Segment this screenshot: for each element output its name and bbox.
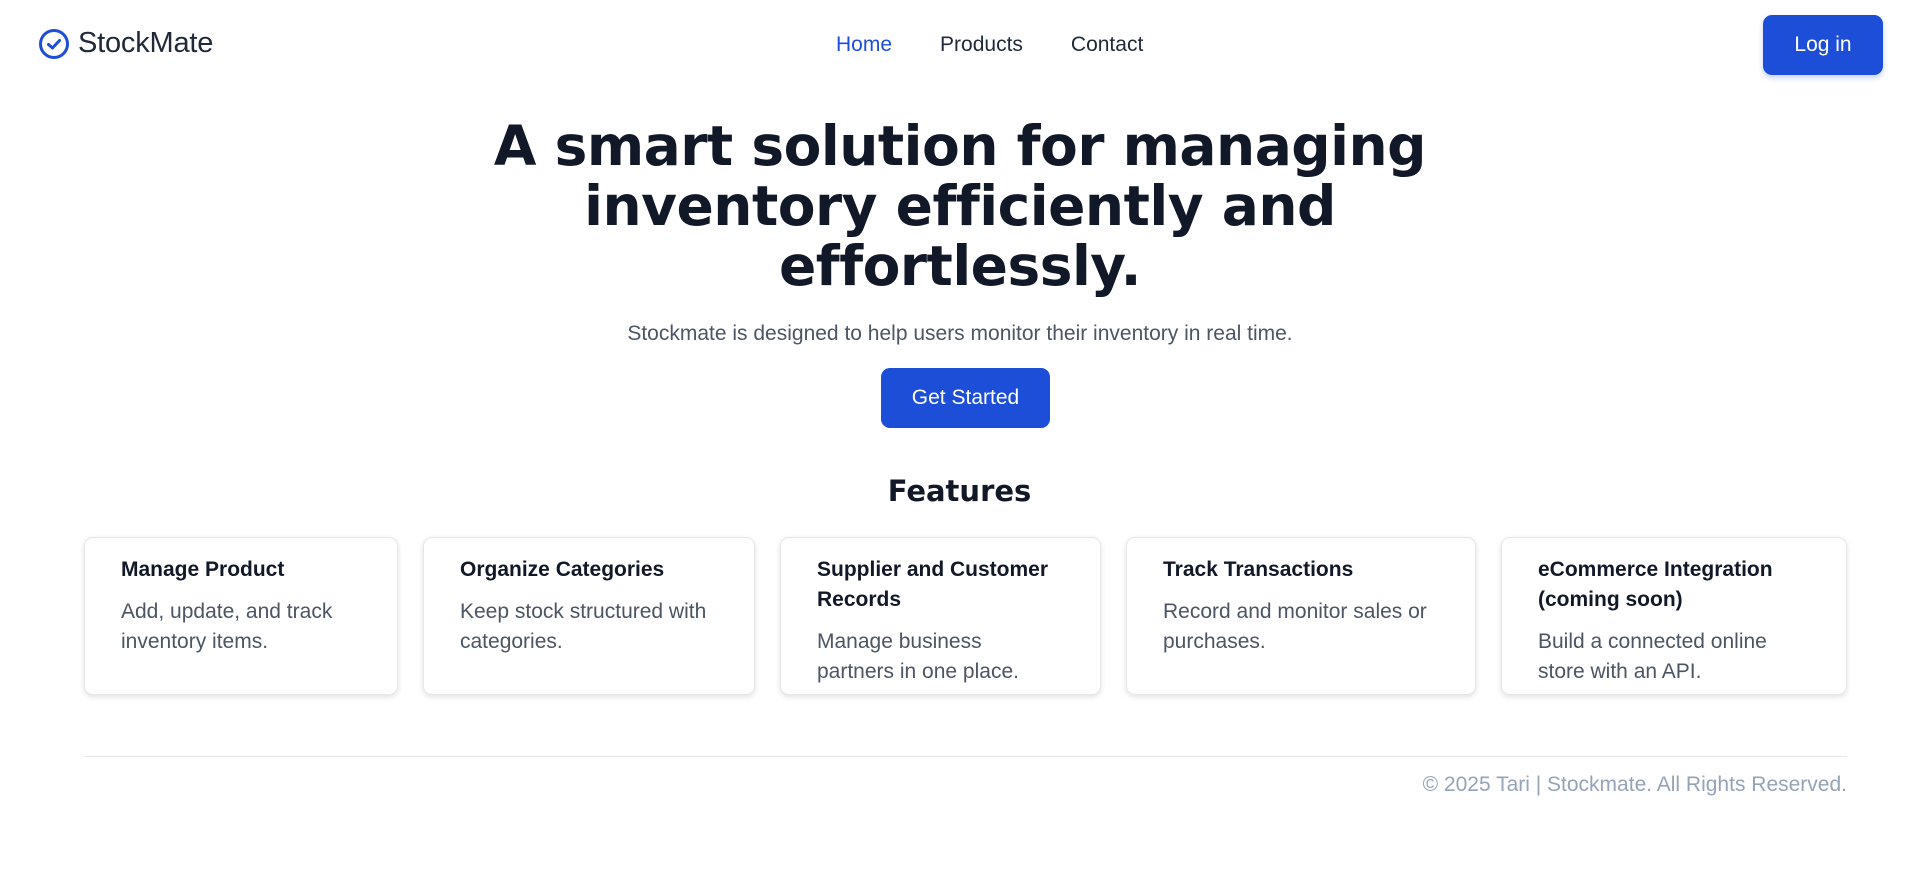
feature-card-ecommerce-integration: eCommerce Integration (coming soon) Buil… — [1501, 537, 1847, 695]
footer-divider — [84, 756, 1847, 757]
hero-title: A smart solution for managing inventory … — [460, 116, 1460, 296]
hero-title-line-1: A smart solution for managing — [493, 114, 1427, 178]
nav-link-home[interactable]: Home — [836, 33, 892, 57]
hero-subtitle: Stockmate is designed to help users moni… — [627, 322, 1293, 345]
brand-logo[interactable]: StockMate — [38, 27, 213, 60]
feature-card-title: Manage Product — [121, 558, 285, 581]
features-heading: Features — [887, 474, 1032, 508]
feature-card-description: Add, update, and track inventory items. — [121, 600, 333, 653]
feature-card-title: Organize Categories — [460, 558, 665, 581]
feature-card-description: Record and monitor sales or purchases. — [1163, 600, 1427, 653]
check-circle-icon — [38, 28, 70, 60]
get-started-button[interactable]: Get Started — [881, 368, 1050, 428]
feature-card-title: Track Transactions — [1163, 558, 1354, 581]
hero-title-line-3: effortlessly. — [778, 234, 1142, 298]
navbar: StockMate Home Products Contact Log in — [0, 0, 1919, 92]
feature-card-manage-product: Manage Product Add, update, and track in… — [84, 537, 398, 695]
brand-name: StockMate — [78, 27, 214, 59]
nav-link-contact[interactable]: Contact — [1071, 33, 1143, 57]
feature-card-track-transactions: Track Transactions Record and monitor sa… — [1126, 537, 1476, 695]
feature-card-description: Manage business partners in one place. — [817, 630, 1019, 683]
main-nav: Home Products Contact — [836, 33, 1143, 57]
hero-title-line-2: inventory efficiently and — [584, 174, 1336, 238]
nav-link-products[interactable]: Products — [940, 33, 1023, 57]
footer-copyright: © 2025 Tari | Stockmate. All Rights Rese… — [1422, 773, 1847, 796]
feature-card-supplier-customer: Supplier and Customer Records Manage bus… — [780, 537, 1101, 695]
feature-card-title: eCommerce Integration (coming soon) — [1538, 558, 1773, 611]
feature-card-organize-categories: Organize Categories Keep stock structure… — [423, 537, 755, 695]
feature-card-description: Keep stock structured with categories. — [460, 600, 707, 653]
feature-card-description: Build a connected online store with an A… — [1538, 630, 1767, 683]
feature-card-title: Supplier and Customer Records — [817, 558, 1049, 611]
login-button[interactable]: Log in — [1763, 15, 1883, 75]
